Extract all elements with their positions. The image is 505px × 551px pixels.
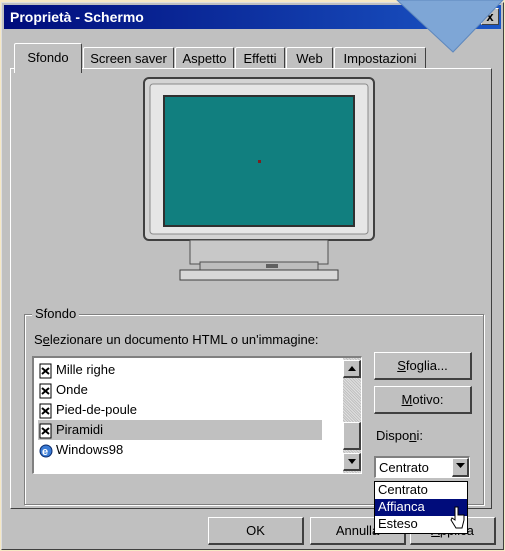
browse-rest: foglia... xyxy=(405,358,448,373)
html-document-icon xyxy=(38,383,54,399)
list-item-label: Mille righe xyxy=(56,362,116,377)
callout-arrow-icon xyxy=(396,0,504,53)
html-document-icon xyxy=(38,423,54,439)
list-item-label: Onde xyxy=(56,382,88,397)
scroll-thumb[interactable] xyxy=(343,422,361,450)
tab-label: Effetti xyxy=(243,51,277,66)
tab-label: Web xyxy=(296,51,323,66)
internet-explorer-icon: e xyxy=(38,443,54,459)
monitor-neck xyxy=(189,239,329,265)
display-label: Disponi: xyxy=(376,428,423,443)
prompt-ul: e xyxy=(42,332,50,347)
list-item[interactable]: Mille righe xyxy=(38,360,115,380)
combobox-dropdown-button[interactable] xyxy=(452,458,469,477)
display-combobox[interactable]: Centrato xyxy=(374,456,470,478)
html-document-icon xyxy=(38,363,54,379)
arrow-up-icon xyxy=(347,366,356,371)
tab-label: Screen saver xyxy=(90,51,167,66)
background-group-legend: Sfondo xyxy=(32,306,80,321)
list-scrollbar[interactable] xyxy=(343,358,361,473)
monitor-preview xyxy=(143,77,375,281)
cancel-label: Annulla xyxy=(335,523,380,538)
svg-text:e: e xyxy=(42,446,48,458)
browse-button[interactable]: Sfoglia... xyxy=(374,352,472,380)
prompt-post: lezionare un documento HTML o un'immagin… xyxy=(49,332,319,347)
arrow-down-icon xyxy=(347,459,356,464)
ok-button[interactable]: OK xyxy=(208,517,304,545)
select-prompt: Selezionare un documento HTML o un'immag… xyxy=(34,332,319,347)
tab-sfondo[interactable]: Sfondo xyxy=(14,43,82,73)
window-title: Proprietà - Schermo xyxy=(10,9,144,25)
wallpaper-dot xyxy=(258,160,261,163)
scroll-up-button[interactable] xyxy=(343,360,361,378)
list-item-label: Windows98 xyxy=(56,442,124,457)
pattern-rest: otivo: xyxy=(412,392,444,407)
display-pre: Dispo xyxy=(376,428,410,443)
browse-ul: S xyxy=(397,358,406,373)
monitor-neck-lower xyxy=(199,261,319,271)
tab-label: Aspetto xyxy=(182,51,227,66)
scroll-down-button[interactable] xyxy=(343,453,361,471)
wallpaper-listbox[interactable]: Mille righe Onde Pied-de-poule Piramidi … xyxy=(32,356,362,474)
list-item[interactable]: Pied-de-poule xyxy=(38,400,137,420)
ok-label: OK xyxy=(246,523,265,538)
monitor-base xyxy=(179,269,339,281)
list-item-selected[interactable]: Piramidi xyxy=(38,420,322,440)
display-combobox-value: Centrato xyxy=(379,460,429,475)
display-post: i: xyxy=(416,428,423,443)
pattern-button[interactable]: Motivo: xyxy=(374,386,472,414)
list-item[interactable]: Onde xyxy=(38,380,88,400)
chevron-down-icon xyxy=(455,463,465,468)
prompt-pre: S xyxy=(34,332,43,347)
power-led xyxy=(266,264,278,268)
list-item-label: Pied-de-poule xyxy=(56,402,137,417)
html-document-icon xyxy=(38,403,54,419)
list-item[interactable]: e Windows98 xyxy=(38,440,123,460)
tab-label: Sfondo xyxy=(27,50,69,65)
list-item-label: Piramidi xyxy=(56,422,103,437)
pattern-ul: M xyxy=(401,392,413,407)
mouse-cursor-icon xyxy=(450,506,465,529)
dropdown-option-centrato[interactable]: Centrato xyxy=(375,482,467,499)
